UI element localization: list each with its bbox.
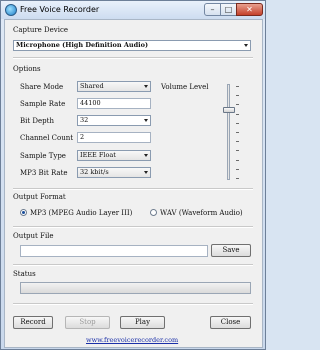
chevron-down-icon bbox=[144, 154, 148, 157]
slider-tick bbox=[236, 159, 239, 161]
divider bbox=[13, 303, 253, 305]
share-mode-value: Shared bbox=[80, 82, 104, 90]
close-button[interactable]: Close bbox=[210, 316, 251, 329]
mp3-radio[interactable] bbox=[20, 209, 27, 216]
wav-radio-label[interactable]: WAV (Waveform Audio) bbox=[160, 209, 243, 217]
window-title: Free Voice Recorder bbox=[20, 5, 100, 14]
slider-tick bbox=[236, 150, 239, 152]
capture-device-value: Microphone (High Definition Audio) bbox=[16, 41, 149, 49]
stop-button[interactable]: Stop bbox=[65, 316, 110, 329]
divider bbox=[13, 188, 253, 190]
channel-count-input[interactable]: 2 bbox=[77, 132, 151, 143]
slider-tick bbox=[236, 132, 239, 133]
status-progress-bar bbox=[20, 282, 251, 294]
save-button[interactable]: Save bbox=[211, 244, 251, 257]
app-window: Free Voice Recorder – □ ✕ Capture Device… bbox=[0, 0, 266, 350]
slider-tick bbox=[236, 168, 239, 170]
share-mode-label: Share Mode bbox=[20, 83, 64, 91]
divider bbox=[13, 226, 253, 228]
slider-tick bbox=[236, 86, 239, 87]
sample-type-label: Sample Type bbox=[20, 152, 66, 160]
divider bbox=[13, 57, 253, 59]
record-button[interactable]: Record bbox=[13, 316, 53, 329]
website-link[interactable]: www.freevoicerecorder.com bbox=[86, 336, 178, 344]
chevron-down-icon bbox=[144, 119, 148, 122]
chevron-down-icon bbox=[244, 44, 248, 47]
volume-level-label: Volume Level bbox=[161, 83, 209, 91]
slider-tick bbox=[236, 95, 239, 97]
slider-tick bbox=[236, 104, 239, 106]
volume-slider-track[interactable] bbox=[227, 84, 230, 180]
bit-depth-select[interactable]: 32 bbox=[77, 115, 151, 126]
maximize-button[interactable]: □ bbox=[220, 3, 237, 16]
wav-radio[interactable] bbox=[150, 209, 157, 216]
slider-tick bbox=[236, 113, 239, 115]
divider bbox=[13, 264, 253, 266]
title-bar: Free Voice Recorder – □ ✕ bbox=[1, 1, 265, 19]
channel-count-label: Channel Count bbox=[20, 134, 74, 142]
mp3-bit-rate-value: 32 kbit/s bbox=[80, 168, 109, 176]
mp3-bit-rate-label: MP3 Bit Rate bbox=[20, 169, 68, 177]
capture-device-heading: Capture Device bbox=[13, 26, 69, 34]
output-file-heading: Output File bbox=[13, 232, 54, 240]
chevron-down-icon bbox=[144, 171, 148, 174]
sample-rate-label: Sample Rate bbox=[20, 100, 66, 108]
output-file-input[interactable] bbox=[20, 245, 208, 257]
mp3-radio-label[interactable]: MP3 (MPEG Audio Layer III) bbox=[30, 209, 132, 217]
app-icon bbox=[5, 4, 17, 16]
sample-type-value: IEEE Float bbox=[80, 151, 116, 159]
bit-depth-label: Bit Depth bbox=[20, 117, 54, 125]
client-area: Capture Device Microphone (High Definiti… bbox=[4, 19, 263, 348]
chevron-down-icon bbox=[144, 85, 148, 88]
close-window-button[interactable]: ✕ bbox=[236, 3, 263, 16]
slider-tick bbox=[236, 122, 239, 124]
output-format-heading: Output Format bbox=[13, 193, 66, 201]
status-heading: Status bbox=[13, 270, 36, 278]
volume-slider-thumb[interactable] bbox=[223, 106, 235, 113]
mp3-bit-rate-select[interactable]: 32 kbit/s bbox=[77, 167, 151, 178]
play-button[interactable]: Play bbox=[120, 316, 165, 329]
slider-tick bbox=[236, 178, 239, 179]
minimize-button[interactable]: – bbox=[204, 3, 221, 16]
options-heading: Options bbox=[13, 65, 41, 73]
sample-rate-input[interactable]: 44100 bbox=[77, 98, 151, 109]
capture-device-select[interactable]: Microphone (High Definition Audio) bbox=[13, 40, 251, 51]
slider-tick bbox=[236, 141, 239, 143]
sample-type-select[interactable]: IEEE Float bbox=[77, 150, 151, 161]
share-mode-select[interactable]: Shared bbox=[77, 81, 151, 92]
bit-depth-value: 32 bbox=[80, 116, 89, 124]
